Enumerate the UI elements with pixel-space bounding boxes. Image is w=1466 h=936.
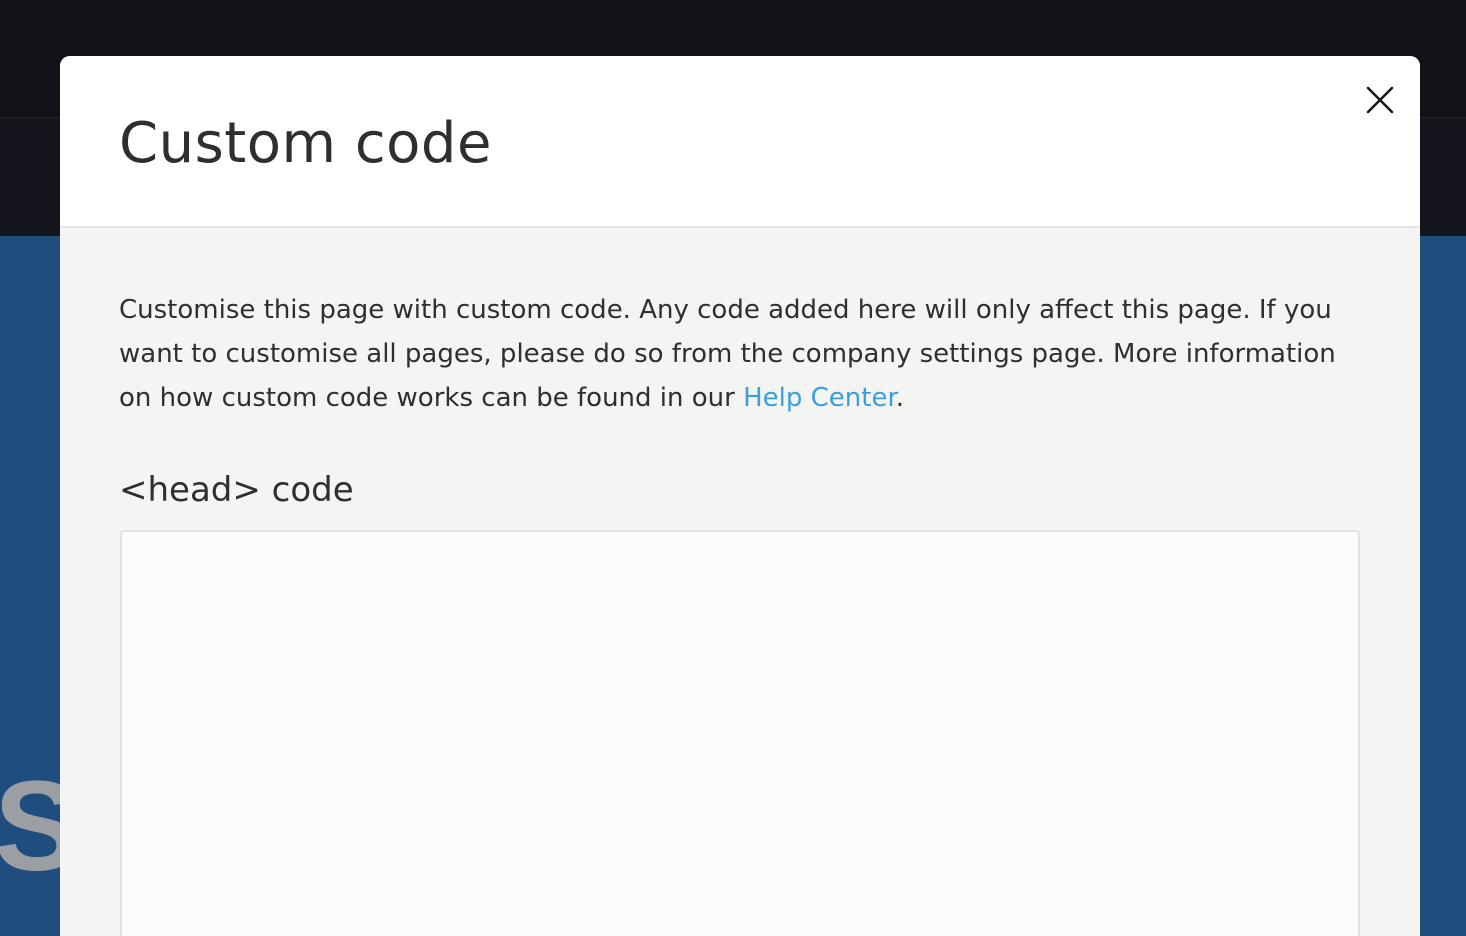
head-code-input[interactable] xyxy=(120,530,1360,936)
close-icon xyxy=(1366,86,1394,114)
head-code-label: <head> code xyxy=(119,470,354,510)
custom-code-modal: Custom code Customise this page with cus… xyxy=(60,56,1420,936)
description-end: . xyxy=(895,383,905,413)
close-button[interactable] xyxy=(1360,80,1400,120)
help-center-link[interactable]: Help Center xyxy=(743,383,896,413)
modal-title: Custom code xyxy=(119,111,492,176)
modal-description: Customise this page with custom code. An… xyxy=(119,288,1349,420)
modal-header: Custom code xyxy=(60,56,1420,228)
description-text: Customise this page with custom code. An… xyxy=(119,295,1336,413)
